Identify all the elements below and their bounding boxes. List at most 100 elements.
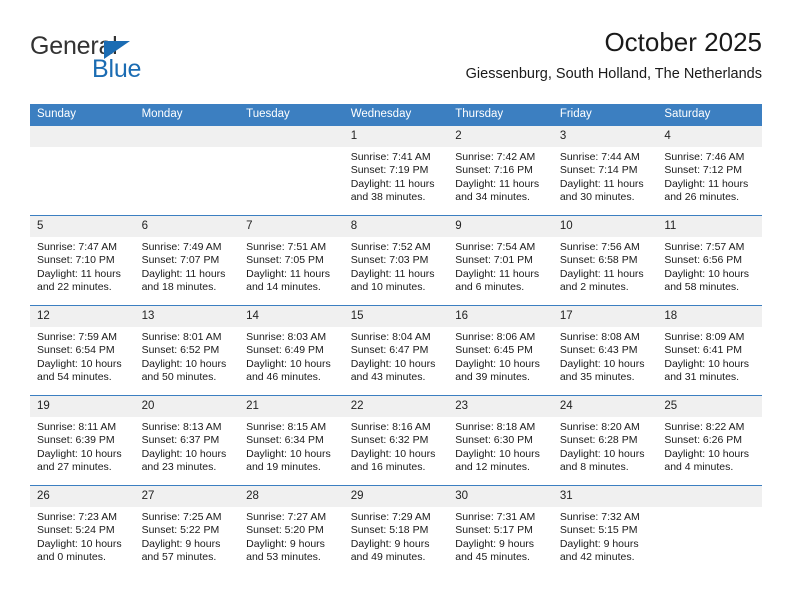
day-number: 18 xyxy=(657,306,762,327)
sunrise-text: Sunrise: 7:59 AM xyxy=(37,331,117,343)
daylight-text: Daylight: 9 hours and 42 minutes. xyxy=(559,537,639,564)
calendar-day-cell[interactable]: 14 Sunrise: 8:03 AM Sunset: 6:49 PM Dayligh… xyxy=(239,305,344,396)
calendar-day-cell[interactable]: 12 Sunrise: 7:59 AM Sunset: 6:54 PM Dayligh… xyxy=(30,305,135,396)
sunset-text: Sunset: 7:05 PM xyxy=(246,254,324,267)
day-details: Sunrise: 8:18 AM Sunset: 6:30 PM Daylight:… xyxy=(448,417,553,475)
logo-text-blue: Blue xyxy=(92,55,142,83)
sunrise-text: Sunrise: 7:29 AM xyxy=(350,511,431,523)
day-details: Sunrise: 7:29 AM Sunset: 5:18 PM Daylight:… xyxy=(344,507,449,565)
calendar-day-cell[interactable]: 31 Sunrise: 7:32 AM Sunset: 5:15 PM Dayligh… xyxy=(552,485,658,575)
calendar-day-cell[interactable]: 13 Sunrise: 8:01 AM Sunset: 6:52 PM Dayligh… xyxy=(134,305,240,396)
weekday-header-thursday: Thursday xyxy=(448,104,553,126)
calendar-table: Sunday Monday Tuesday Wednesday Thursday Frid… xyxy=(30,104,762,575)
calendar-day-cell[interactable]: 4 Sunrise: 7:46 AM Sunset: 7:12 PM Daylight… xyxy=(657,125,762,216)
day-number: 31 xyxy=(552,486,658,507)
sunrise-text: Sunrise: 7:51 AM xyxy=(246,241,327,253)
day-cell-inner: 20 Sunrise: 8:13 AM Sunset: 6:37 PM Dayligh… xyxy=(134,396,240,485)
calendar-day-cell[interactable]: 29 Sunrise: 7:29 AM Sunset: 5:18 PM Dayligh… xyxy=(343,485,449,575)
sunset-text: Sunset: 6:34 PM xyxy=(246,434,324,447)
day-cell-inner: 14 Sunrise: 8:03 AM Sunset: 6:49 PM Dayligh… xyxy=(239,306,344,395)
calendar-day-cell[interactable]: 1 Sunrise: 7:41 AM Sunset: 7:19 PM Daylight… xyxy=(343,125,449,216)
day-details: Sunrise: 8:13 AM Sunset: 6:37 PM Daylight:… xyxy=(135,417,240,475)
page-subtitle: Giessenburg, South Holland, The Netherla… xyxy=(465,66,762,82)
calendar-day-cell[interactable]: 9 Sunrise: 7:54 AM Sunset: 7:01 PM Daylight… xyxy=(448,215,553,306)
weekday-header-monday: Monday xyxy=(134,104,240,126)
daylight-text: Daylight: 11 hours and 38 minutes. xyxy=(350,177,435,204)
day-number: 25 xyxy=(657,396,762,417)
sunrise-text: Sunrise: 8:18 AM xyxy=(455,421,536,433)
calendar-week-row: 19 Sunrise: 8:11 AM Sunset: 6:39 PM Dayligh… xyxy=(30,395,762,486)
weekday-header-friday: Friday xyxy=(552,104,658,126)
daylight-text: Daylight: 11 hours and 18 minutes. xyxy=(141,267,226,294)
sunrise-text: Sunrise: 8:16 AM xyxy=(350,421,431,433)
sunrise-text: Sunrise: 8:11 AM xyxy=(37,421,117,433)
calendar-day-cell[interactable]: 16 Sunrise: 8:06 AM Sunset: 6:45 PM Dayligh… xyxy=(448,305,553,396)
calendar-day-cell[interactable]: 18 Sunrise: 8:09 AM Sunset: 6:41 PM Dayligh… xyxy=(657,305,762,396)
day-cell-inner: 9 Sunrise: 7:54 AM Sunset: 7:01 PM Daylight… xyxy=(448,216,553,305)
weekday-header-saturday: Saturday xyxy=(657,104,762,126)
calendar-day-cell[interactable]: 23 Sunrise: 8:18 AM Sunset: 6:30 PM Dayligh… xyxy=(448,395,553,486)
calendar-day-cell[interactable]: 25 Sunrise: 8:22 AM Sunset: 6:26 PM Dayligh… xyxy=(657,395,762,486)
calendar-day-cell[interactable]: 6 Sunrise: 7:49 AM Sunset: 7:07 PM Daylight… xyxy=(134,215,240,306)
sunrise-text: Sunrise: 7:49 AM xyxy=(141,241,222,253)
calendar-day-cell[interactable]: 19 Sunrise: 8:11 AM Sunset: 6:39 PM Dayligh… xyxy=(30,395,135,486)
sunset-text: Sunset: 6:26 PM xyxy=(664,434,743,447)
day-details: Sunrise: 8:04 AM Sunset: 6:47 PM Daylight:… xyxy=(344,327,449,385)
calendar-day-cell[interactable]: 2 Sunrise: 7:42 AM Sunset: 7:16 PM Daylight… xyxy=(448,125,553,216)
day-number: 24 xyxy=(552,396,658,417)
day-details: Sunrise: 7:54 AM Sunset: 7:01 PM Daylight:… xyxy=(448,237,553,295)
daylight-text: Daylight: 10 hours and 8 minutes. xyxy=(559,447,645,474)
day-details: Sunrise: 8:20 AM Sunset: 6:28 PM Daylight:… xyxy=(553,417,658,475)
day-details: Sunrise: 8:06 AM Sunset: 6:45 PM Daylight:… xyxy=(448,327,553,385)
sunset-text: Sunset: 5:20 PM xyxy=(246,524,324,537)
day-number: 29 xyxy=(343,486,449,507)
day-cell-inner: 5 Sunrise: 7:47 AM Sunset: 7:10 PM Daylight… xyxy=(30,216,135,305)
day-number: 23 xyxy=(448,396,553,417)
day-cell-inner: 31 Sunrise: 7:32 AM Sunset: 5:15 PM Dayligh… xyxy=(552,486,658,575)
day-cell-inner: 15 Sunrise: 8:04 AM Sunset: 6:47 PM Dayligh… xyxy=(343,306,449,395)
daylight-text: Daylight: 10 hours and 12 minutes. xyxy=(455,447,540,474)
calendar-day-cell[interactable]: 7 Sunrise: 7:51 AM Sunset: 7:05 PM Daylight… xyxy=(239,215,344,306)
calendar-day-cell[interactable]: 22 Sunrise: 8:16 AM Sunset: 6:32 PM Dayligh… xyxy=(343,395,449,486)
day-cell-inner: 6 Sunrise: 7:49 AM Sunset: 7:07 PM Daylight… xyxy=(134,216,240,305)
day-cell-inner: 3 Sunrise: 7:44 AM Sunset: 7:14 PM Daylight… xyxy=(552,126,658,215)
calendar-week-row: 5 Sunrise: 7:47 AM Sunset: 7:10 PM Daylight… xyxy=(30,215,762,306)
page-title: October 2025 xyxy=(604,27,762,57)
calendar-day-cell[interactable]: 21 Sunrise: 8:15 AM Sunset: 6:34 PM Dayligh… xyxy=(239,395,344,486)
sunrise-text: Sunrise: 8:04 AM xyxy=(350,331,431,343)
calendar-day-cell[interactable]: 8 Sunrise: 7:52 AM Sunset: 7:03 PM Daylight… xyxy=(343,215,449,306)
day-cell-inner: 13 Sunrise: 8:01 AM Sunset: 6:52 PM Dayligh… xyxy=(134,306,240,395)
calendar-day-cell[interactable]: 3 Sunrise: 7:44 AM Sunset: 7:14 PM Daylight… xyxy=(552,125,658,216)
sunrise-text: Sunrise: 8:08 AM xyxy=(559,331,640,343)
calendar-day-cell[interactable]: 5 Sunrise: 7:47 AM Sunset: 7:10 PM Daylight… xyxy=(30,215,135,306)
daylight-text: Daylight: 10 hours and 39 minutes. xyxy=(455,357,540,384)
calendar-day-cell[interactable]: 20 Sunrise: 8:13 AM Sunset: 6:37 PM Dayligh… xyxy=(134,395,240,486)
sunrise-text: Sunrise: 7:52 AM xyxy=(350,241,431,253)
sunrise-text: Sunrise: 8:06 AM xyxy=(455,331,536,343)
calendar-day-cell[interactable]: 26 Sunrise: 7:23 AM Sunset: 5:24 PM Dayligh… xyxy=(30,485,135,575)
day-details: Sunrise: 8:03 AM Sunset: 6:49 PM Daylight:… xyxy=(239,327,344,385)
calendar-day-cell[interactable]: 28 Sunrise: 7:27 AM Sunset: 5:20 PM Dayligh… xyxy=(239,485,344,575)
day-cell-inner: 19 Sunrise: 8:11 AM Sunset: 6:39 PM Dayligh… xyxy=(30,396,135,485)
title-block: October 2025 Giessenburg, South Holland,… xyxy=(466,26,762,84)
calendar-day-cell[interactable]: 15 Sunrise: 8:04 AM Sunset: 6:47 PM Dayligh… xyxy=(343,305,449,396)
day-number: 7 xyxy=(239,216,344,237)
daylight-text: Daylight: 9 hours and 53 minutes. xyxy=(246,537,325,564)
calendar-header-row: Sunday Monday Tuesday Wednesday Thursday Frid… xyxy=(30,104,762,126)
day-number: 19 xyxy=(30,396,135,417)
calendar-day-cell[interactable]: 17 Sunrise: 8:08 AM Sunset: 6:43 PM Dayligh… xyxy=(552,305,658,396)
day-number: 20 xyxy=(134,396,240,417)
generalblue-logo[interactable]: General Blue xyxy=(30,32,230,88)
day-number xyxy=(134,126,240,147)
daylight-text: Daylight: 9 hours and 49 minutes. xyxy=(350,537,430,564)
sunrise-text: Sunrise: 7:41 AM xyxy=(350,151,431,163)
sunset-text: Sunset: 5:15 PM xyxy=(559,524,638,537)
calendar-day-cell[interactable]: 24 Sunrise: 8:20 AM Sunset: 6:28 PM Dayligh… xyxy=(552,395,658,486)
day-details: Sunrise: 7:51 AM Sunset: 7:05 PM Daylight:… xyxy=(239,237,344,295)
calendar-day-cell[interactable]: 10 Sunrise: 7:56 AM Sunset: 6:58 PM Dayligh… xyxy=(552,215,658,306)
calendar-day-cell[interactable]: 11 Sunrise: 7:57 AM Sunset: 6:56 PM Dayligh… xyxy=(657,215,762,306)
calendar-day-cell[interactable]: 30 Sunrise: 7:31 AM Sunset: 5:17 PM Dayligh… xyxy=(448,485,553,575)
calendar-day-cell[interactable]: 27 Sunrise: 7:25 AM Sunset: 5:22 PM Dayligh… xyxy=(134,485,240,575)
day-cell-inner xyxy=(30,126,135,215)
day-details: Sunrise: 8:08 AM Sunset: 6:43 PM Daylight:… xyxy=(553,327,658,385)
